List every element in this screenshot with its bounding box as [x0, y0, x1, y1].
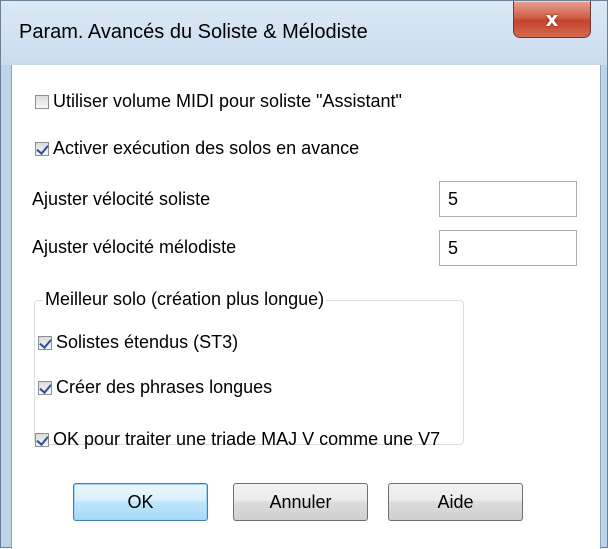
long-phrases-option[interactable]: Créer des phrases longues	[38, 377, 272, 398]
ok-button[interactable]: OK	[73, 483, 208, 521]
midi-volume-checkbox[interactable]	[35, 94, 49, 109]
midi-volume-option[interactable]: Utiliser volume MIDI pour soliste "Assis…	[35, 91, 402, 112]
dialog-window: Param. Avancés du Soliste & Mélodiste x …	[0, 0, 608, 549]
long-phrases-label: Créer des phrases longues	[56, 377, 273, 397]
triad-v7-label: OK pour traiter une triade MAJ V comme u…	[53, 429, 441, 449]
better-solo-group-title: Meilleur solo (création plus longue)	[43, 289, 327, 310]
extended-soloists-checkbox[interactable]	[38, 335, 52, 350]
close-button[interactable]: x	[513, 1, 591, 38]
close-icon: x	[545, 7, 559, 31]
solo-ahead-label: Activer exécution des solos en avance	[53, 138, 360, 158]
solo-ahead-option[interactable]: Activer exécution des solos en avance	[35, 138, 359, 159]
cancel-button[interactable]: Annuler	[233, 483, 368, 521]
better-solo-group: Meilleur solo (création plus longue) Sol…	[34, 289, 464, 445]
soloist-velocity-input[interactable]: 5	[439, 181, 577, 217]
soloist-velocity-row: Ajuster vélocité soliste	[32, 189, 210, 210]
soloist-velocity-label: Ajuster vélocité soliste	[32, 189, 211, 209]
triad-v7-checkbox[interactable]	[35, 432, 49, 447]
dialog-body: Utiliser volume MIDI pour soliste "Assis…	[11, 65, 601, 549]
title-bar[interactable]: Param. Avancés du Soliste & Mélodiste x	[1, 1, 607, 65]
melodist-velocity-label: Ajuster vélocité mélodiste	[32, 237, 237, 257]
extended-soloists-option[interactable]: Solistes étendus (ST3)	[38, 332, 238, 353]
melodist-velocity-input[interactable]: 5	[439, 230, 577, 266]
help-button[interactable]: Aide	[388, 483, 523, 521]
triad-v7-option[interactable]: OK pour traiter une triade MAJ V comme u…	[35, 429, 440, 450]
melodist-velocity-row: Ajuster vélocité mélodiste	[32, 237, 236, 258]
dialog-title: Param. Avancés du Soliste & Mélodiste	[19, 21, 368, 43]
solo-ahead-checkbox[interactable]	[35, 141, 49, 156]
extended-soloists-label: Solistes étendus (ST3)	[56, 332, 239, 352]
long-phrases-checkbox[interactable]	[38, 380, 52, 395]
midi-volume-label: Utiliser volume MIDI pour soliste "Assis…	[53, 91, 402, 111]
